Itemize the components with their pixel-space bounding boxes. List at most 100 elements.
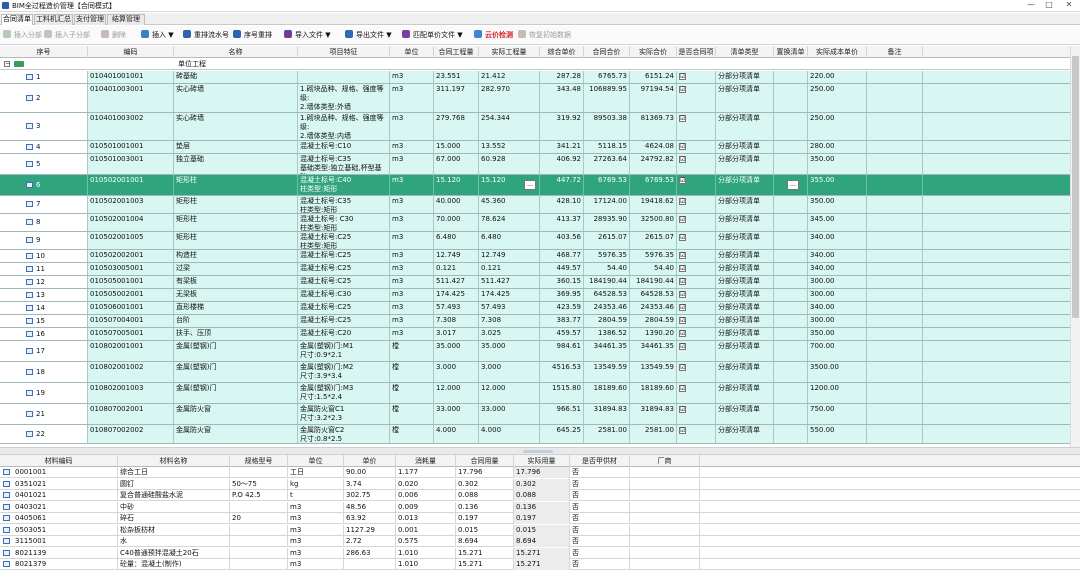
panel-splitter[interactable] xyxy=(0,447,1080,455)
cell-code[interactable]: 010505001001 xyxy=(88,276,174,288)
cell-remark[interactable] xyxy=(867,302,923,314)
cell-name[interactable]: 砖基础 xyxy=(174,71,298,83)
materials-col-cons[interactable]: 消耗量 xyxy=(396,455,456,467)
col-header-atotal[interactable]: 实际合价 xyxy=(630,46,677,58)
material-cell-code[interactable]: 8021139 xyxy=(0,547,118,559)
cell-name[interactable]: 金属(塑钢)门 xyxy=(174,383,298,403)
cell-name[interactable]: 实心砖墙 xyxy=(174,84,298,112)
cell-contract[interactable]: ☑ xyxy=(677,175,716,195)
cell-remark[interactable] xyxy=(867,289,923,301)
tab-settlement[interactable]: 结算管理 xyxy=(107,14,145,25)
cell-ctotal[interactable]: 27263.64 xyxy=(584,154,630,174)
cell-unit[interactable]: m3 xyxy=(390,84,434,112)
material-cell-jia[interactable]: 否 xyxy=(570,559,630,570)
material-cell-cq[interactable]: 17.796 xyxy=(456,467,514,478)
cell-price[interactable]: 468.77 xyxy=(540,250,584,262)
cell-name[interactable]: 金属(塑钢)门 xyxy=(174,362,298,382)
delete-button[interactable]: 删除 xyxy=(101,30,126,41)
material-cell-cons[interactable]: 1.177 xyxy=(396,467,456,478)
contract-checkbox[interactable]: ☑ xyxy=(679,234,686,241)
cell-name[interactable]: 矩形柱 xyxy=(174,196,298,213)
materials-col-aq[interactable]: 实际用量 xyxy=(514,455,570,467)
cell-cost[interactable]: 355.00 xyxy=(808,175,867,195)
cell-unit[interactable]: m3 xyxy=(390,154,434,174)
material-cell-code[interactable]: 8021379 xyxy=(0,559,118,570)
cell-remark[interactable] xyxy=(867,196,923,213)
cell-remark[interactable] xyxy=(867,263,923,275)
cell-aq[interactable]: 6.480 xyxy=(479,232,540,249)
cell-type[interactable]: 分部分项清单 xyxy=(716,404,774,424)
material-cell-name[interactable]: 综合工日 xyxy=(118,467,230,478)
cell-feature[interactable]: 混凝土标号:C20 xyxy=(298,328,390,340)
cell-price[interactable]: 403.56 xyxy=(540,232,584,249)
cell-price[interactable]: 984.61 xyxy=(540,341,584,361)
material-cell-maker[interactable] xyxy=(630,536,700,547)
contract-checkbox[interactable]: ☑ xyxy=(679,291,686,298)
cell-contract[interactable]: ☑ xyxy=(677,302,716,314)
material-cell-code[interactable]: 0405061 xyxy=(0,513,118,524)
cell-unit[interactable]: m3 xyxy=(390,214,434,231)
cell-atotal[interactable]: 13549.59 xyxy=(630,362,677,382)
material-row[interactable]: 8021139 C40普通预拌混凝土20石 m3 286.63 1.010 15.271 1… xyxy=(0,547,1080,559)
material-cell-maker[interactable] xyxy=(630,467,700,478)
cell-unit[interactable]: m3 xyxy=(390,315,434,327)
cell-atotal[interactable]: 54.40 xyxy=(630,263,677,275)
material-cell-cq[interactable]: 0.302 xyxy=(456,478,514,490)
cell-aq[interactable]: 45.360 xyxy=(479,196,540,213)
cell-contract[interactable]: ☑ xyxy=(677,328,716,340)
material-cell-cq[interactable]: 8.694 xyxy=(456,536,514,547)
cell-no[interactable]: 4 xyxy=(0,141,88,153)
materials-col-cq[interactable]: 合同用量 xyxy=(456,455,514,467)
ellipsis-button-quantity[interactable]: ... xyxy=(524,180,536,190)
material-cell-price[interactable]: 286.63 xyxy=(344,547,396,559)
cell-price[interactable]: 966.51 xyxy=(540,404,584,424)
cell-code[interactable]: 010502001005 xyxy=(88,232,174,249)
cell-contract[interactable]: ☑ xyxy=(677,276,716,288)
materials-col-unit[interactable]: 单位 xyxy=(288,455,344,467)
cell-type[interactable]: 分部分项清单 xyxy=(716,214,774,231)
cell-remark[interactable] xyxy=(867,328,923,340)
contract-checkbox[interactable]: ☑ xyxy=(679,177,686,184)
table-row[interactable]: 18 010802001002 金属(塑钢)门 金属(塑钢)门:M2 尺寸:3.9*3… xyxy=(0,362,1070,383)
cell-swap[interactable] xyxy=(774,302,808,314)
material-cell-jia[interactable]: 否 xyxy=(570,501,630,513)
cell-ctotal[interactable]: 6769.53 xyxy=(584,175,630,195)
material-row[interactable]: 8021379 砼量：混凝土(制作) m3 1.010 15.271 15.271 否 xyxy=(0,559,1080,570)
cell-cq[interactable]: 4.000 xyxy=(434,425,479,443)
cell-no[interactable]: 1 xyxy=(0,71,88,83)
cell-no[interactable]: 12 xyxy=(0,276,88,288)
cell-aq[interactable]: 57.493 xyxy=(479,302,540,314)
material-cell-aq[interactable]: 0.015 xyxy=(514,524,570,536)
table-row[interactable]: 21 010807002001 金属防火窗 金属防火窗C1 尺寸:3.2*2.3 樘 33… xyxy=(0,404,1070,425)
material-cell-aq[interactable]: 0.197 xyxy=(514,513,570,524)
contract-checkbox[interactable]: ☑ xyxy=(679,278,686,285)
material-cell-maker[interactable] xyxy=(630,547,700,559)
material-cell-price[interactable]: 63.92 xyxy=(344,513,396,524)
cell-contract[interactable]: ☑ xyxy=(677,84,716,112)
table-row[interactable]: 4 010501001001 垫层 混凝土标号:C10 m3 15.000 13.552 34… xyxy=(0,141,1070,154)
cell-cq[interactable]: 15.120 xyxy=(434,175,479,195)
cell-atotal[interactable]: 5976.35 xyxy=(630,250,677,262)
cell-cost[interactable]: 350.00 xyxy=(808,196,867,213)
cell-feature[interactable]: 混凝土标号:C25 xyxy=(298,276,390,288)
cell-ctotal[interactable]: 2581.00 xyxy=(584,425,630,443)
cell-feature[interactable]: 混凝土标号:C25 柱类型:矩形 xyxy=(298,232,390,249)
contract-checkbox[interactable]: ☑ xyxy=(679,385,686,392)
cell-cost[interactable]: 280.00 xyxy=(808,141,867,153)
cell-name[interactable]: 过梁 xyxy=(174,263,298,275)
table-row[interactable]: 14 010506001001 直形楼梯 混凝土标号:C25 m3 57.493 57.49… xyxy=(0,302,1070,315)
material-cell-spec[interactable] xyxy=(230,536,288,547)
cell-atotal[interactable]: 64528.53 xyxy=(630,289,677,301)
cell-name[interactable]: 直形楼梯 xyxy=(174,302,298,314)
cell-name[interactable]: 有梁板 xyxy=(174,276,298,288)
cell-aq[interactable]: 174.425 xyxy=(479,289,540,301)
cell-name[interactable]: 扶手、压顶 xyxy=(174,328,298,340)
material-cell-jia[interactable]: 否 xyxy=(570,524,630,536)
cell-no[interactable]: 16 xyxy=(0,328,88,340)
material-cell-unit[interactable]: kg xyxy=(288,478,344,490)
material-cell-unit[interactable]: m3 xyxy=(288,501,344,513)
material-cell-spec[interactable] xyxy=(230,524,288,536)
material-cell-code[interactable]: 0401021 xyxy=(0,490,118,501)
cell-name[interactable]: 台阶 xyxy=(174,315,298,327)
cell-price[interactable]: 447.72 xyxy=(540,175,584,195)
